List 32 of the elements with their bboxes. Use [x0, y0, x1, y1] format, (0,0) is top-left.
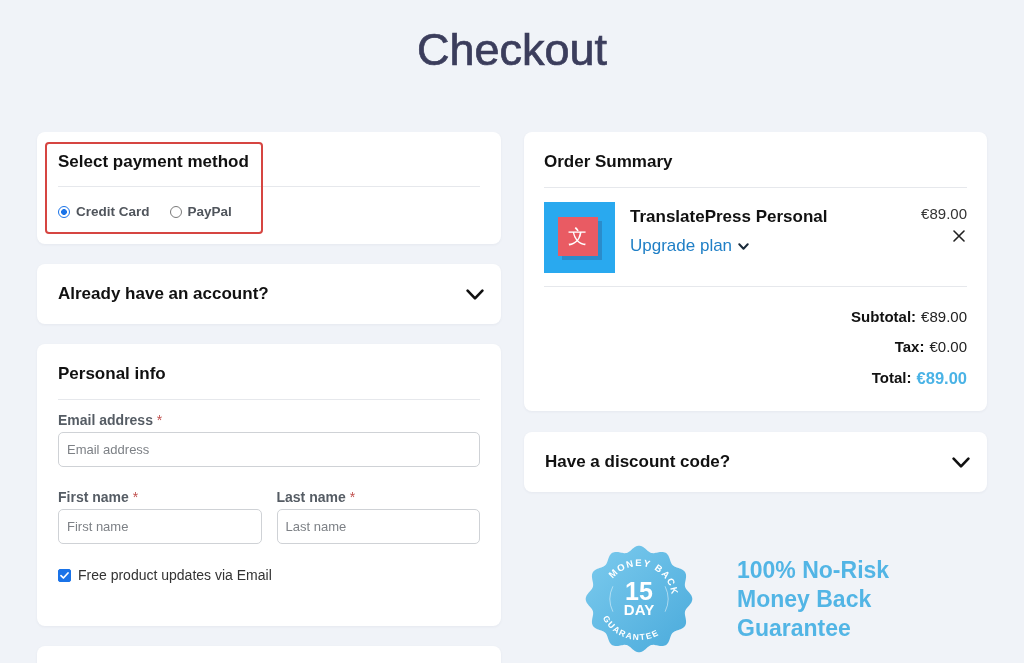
field-label: First name * [58, 488, 139, 506]
section-heading: Personal info [58, 364, 167, 384]
accordion-toggle[interactable]: Already have an account? [37, 264, 501, 324]
chevron-down-icon [738, 242, 750, 250]
total-value: €89.00 [921, 307, 967, 327]
total-label: Tax: [894, 337, 925, 357]
upgrade-plan-link[interactable]: Upgrade plan [630, 236, 750, 256]
checkbox[interactable] [58, 568, 71, 582]
product-name: TranslatePress Personal [630, 207, 828, 227]
radio-label[interactable]: PayPal [187, 202, 232, 222]
close-icon[interactable] [953, 230, 965, 242]
total-label: Subtotal: [851, 307, 917, 327]
product-logo: 文 [544, 202, 615, 273]
accordion-toggle[interactable]: Have a discount code? [524, 432, 987, 492]
radio-button[interactable] [169, 206, 182, 218]
checkbox-label: Free product updates via Email [78, 567, 272, 583]
total-value: €0.00 [929, 337, 967, 357]
input-field[interactable]: First name [58, 509, 262, 544]
field-label: Email address * [58, 411, 163, 429]
page-title: Checkout [416, 23, 608, 77]
field-label: Last name * [276, 488, 356, 506]
input-field[interactable]: Last name [276, 509, 480, 544]
radio-label[interactable]: Credit Card [76, 202, 150, 222]
guarantee-headline: 100% No-Risk Money Back Guarantee [737, 555, 891, 643]
radio-button[interactable] [58, 206, 70, 218]
seal-icon [585, 545, 693, 653]
section-heading: Order Summary [544, 152, 674, 172]
section-heading: Select payment method [58, 152, 250, 172]
total-value: €89.00 [916, 368, 967, 388]
product-price: €89.00 [921, 205, 967, 223]
input-field[interactable]: Email address [58, 432, 480, 467]
total-label: Total: [871, 368, 912, 388]
